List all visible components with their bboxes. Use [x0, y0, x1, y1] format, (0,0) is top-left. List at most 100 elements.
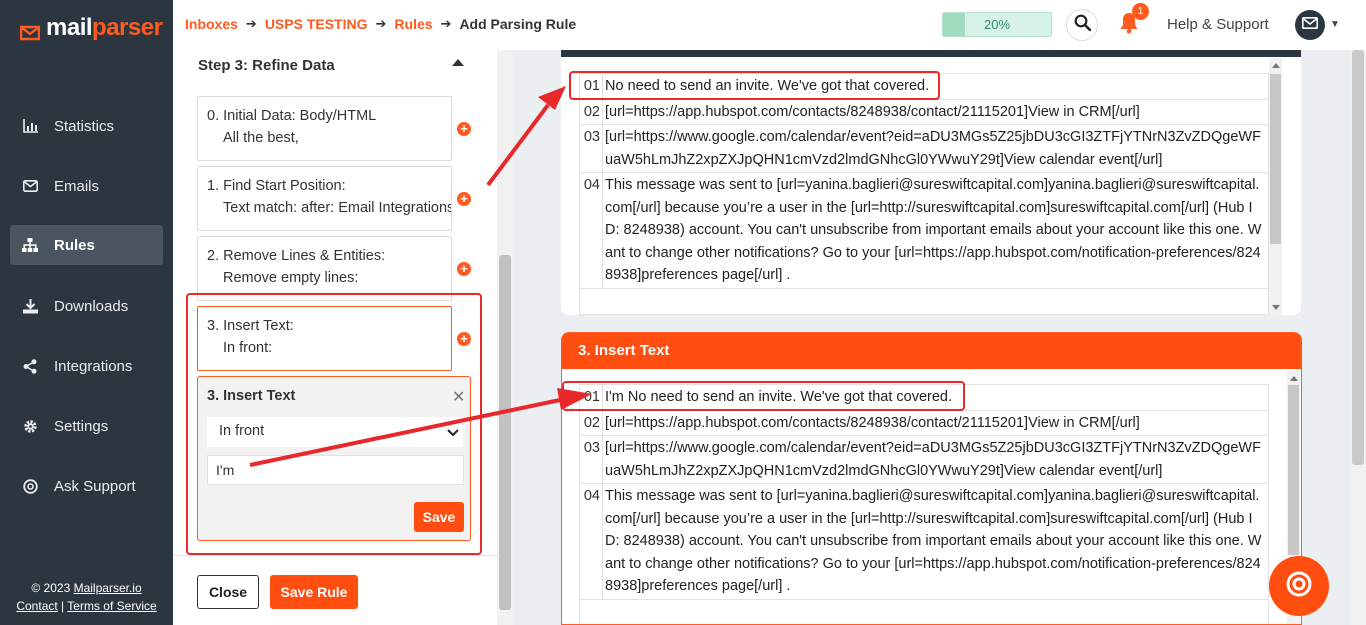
- notification-count-badge: 1: [1132, 3, 1149, 20]
- setup-progress-bar[interactable]: 20%: [942, 12, 1052, 37]
- share-icon: [22, 358, 38, 374]
- avatar[interactable]: [1295, 10, 1325, 40]
- row-text: I'm No need to send an invite. We've got…: [605, 389, 953, 405]
- terms-link[interactable]: Terms of Service: [67, 599, 156, 613]
- row-text: This message was sent to [url=yanina.bag…: [605, 177, 1262, 283]
- envelope-icon: [22, 178, 38, 194]
- output-row: 01 I'm No need to send an invite. We've …: [580, 385, 1268, 411]
- panel-scrollbar[interactable]: [497, 50, 513, 625]
- row-number: 01: [580, 74, 603, 99]
- arrow-right-icon: ➔: [440, 16, 452, 31]
- step-label: 0. Initial Data: Body/HTML: [207, 108, 377, 124]
- page-scrollbar[interactable]: [1350, 50, 1366, 625]
- logo-text-parser: parser: [92, 14, 163, 41]
- logo-text-mail: mail: [46, 14, 93, 41]
- output-row: 03 [url=https://www.google.com/calendar/…: [580, 436, 1268, 484]
- sidebar-item-downloads[interactable]: Downloads: [10, 286, 163, 326]
- close-button[interactable]: Close: [197, 575, 259, 609]
- scroll-up-icon[interactable]: [1272, 63, 1280, 68]
- insert-output: 01 I'm No need to send an invite. We've …: [579, 384, 1269, 624]
- sidebar-item-integrations[interactable]: Integrations: [10, 346, 163, 386]
- breadcrumb-inbox[interactable]: USPS TESTING: [265, 16, 368, 32]
- arrow-right-icon: ➔: [375, 16, 387, 31]
- row-text: [url=https://app.hubspot.com/contacts/82…: [605, 103, 1140, 120]
- bar-chart-icon: [22, 118, 38, 134]
- sidebar-item-statistics[interactable]: Statistics: [10, 106, 163, 146]
- output-row: 02 [url=https://app.hubspot.com/contacts…: [580, 410, 1268, 436]
- output-row: 02 [url=https://app.hubspot.com/contacts…: [580, 99, 1268, 125]
- panel-footer: Close Save Rule: [173, 555, 497, 625]
- sidebar-item-label: Statistics: [54, 117, 115, 135]
- row-number: 04: [580, 484, 603, 599]
- collapse-caret-icon[interactable]: [452, 59, 464, 66]
- previous-output: 01 No need to send an invite. We've got …: [579, 73, 1269, 315]
- step-label: 1. Find Start Position:: [207, 178, 346, 194]
- output-scrollbar[interactable]: [1269, 58, 1282, 315]
- add-step-icon[interactable]: +: [457, 122, 471, 136]
- footer-separator: |: [61, 599, 65, 613]
- card-topbar: [561, 50, 1301, 57]
- step-card-find-start[interactable]: 1. Find Start Position: Text match: afte…: [197, 166, 452, 231]
- sidebar-footer: © 2023 Mailparser.io Contact | Terms of …: [0, 579, 173, 615]
- result-card-title: 3. Insert Text: [562, 333, 1301, 369]
- notifications-button[interactable]: 1: [1113, 3, 1149, 41]
- search-icon: [1074, 14, 1091, 36]
- sidebar-item-rules[interactable]: Rules: [10, 225, 163, 265]
- breadcrumb-rules[interactable]: Rules: [394, 16, 432, 32]
- sidebar-item-label: Emails: [54, 177, 100, 195]
- step-card-initial-data[interactable]: 0. Initial Data: Body/HTML All the best,: [197, 96, 452, 161]
- sidebar-item-label: Settings: [54, 417, 109, 435]
- chat-launcher-button[interactable]: [1269, 556, 1329, 616]
- rule-steps-panel: Step 3: Refine Data 0. Initial Data: Bod…: [173, 50, 513, 625]
- row-text: This message was sent to [url=yanina.bag…: [605, 488, 1262, 594]
- logo[interactable]: mail parser: [19, 14, 163, 42]
- sidebar-item-emails[interactable]: Emails: [10, 166, 163, 206]
- row-number: 02: [580, 99, 603, 124]
- scroll-down-icon[interactable]: [1272, 305, 1280, 310]
- scrollbar-thumb[interactable]: [499, 255, 511, 610]
- arrow-right-icon: ➔: [245, 16, 257, 31]
- copyright: © 2023: [31, 581, 71, 595]
- question-icon: [22, 478, 38, 494]
- sidebar-item-settings[interactable]: Settings: [10, 406, 163, 446]
- step-card-remove-lines[interactable]: 2. Remove Lines & Entities: Remove empty…: [197, 236, 452, 301]
- row-number: 02: [580, 410, 603, 435]
- add-step-icon[interactable]: +: [457, 192, 471, 206]
- sidebar: mail parser Statistics Emails Rules Downl…: [0, 0, 173, 625]
- output-row: 03 [url=https://www.google.com/calendar/…: [580, 125, 1268, 173]
- step-detail: All the best,: [223, 130, 299, 146]
- breadcrumb-current: Add Parsing Rule: [459, 16, 577, 32]
- scroll-up-icon[interactable]: [1290, 376, 1298, 381]
- step-label: 2. Remove Lines & Entities:: [207, 248, 386, 264]
- envelope-icon: [1302, 16, 1318, 34]
- caret-down-icon[interactable]: ▼: [1330, 19, 1340, 30]
- sidebar-item-label: Integrations: [54, 357, 133, 375]
- help-support-link[interactable]: Help & Support: [1167, 16, 1269, 33]
- download-icon: [22, 298, 38, 314]
- row-number: 04: [580, 173, 603, 288]
- contact-link[interactable]: Contact: [16, 599, 57, 613]
- sidebar-item-ask-support[interactable]: Ask Support: [10, 466, 163, 506]
- row-text: No need to send an invite. We've got tha…: [605, 78, 930, 94]
- chat-icon: [1284, 569, 1314, 604]
- scrollbar-thumb[interactable]: [1288, 385, 1299, 555]
- add-step-icon[interactable]: +: [457, 262, 471, 276]
- breadcrumb-inboxes[interactable]: Inboxes: [185, 16, 238, 32]
- scrollbar-thumb[interactable]: [1270, 74, 1281, 244]
- mailparser-link[interactable]: Mailparser.io: [74, 581, 142, 595]
- sitemap-icon: [22, 237, 38, 253]
- scrollbar-thumb[interactable]: [1352, 50, 1364, 465]
- highlight-annotation: [186, 293, 482, 555]
- envelope-logo-icon: [19, 20, 41, 41]
- output-row: 04 This message was sent to [url=yanina.…: [580, 173, 1268, 289]
- breadcrumb: Inboxes ➔ USPS TESTING ➔ Rules ➔ Add Par…: [185, 16, 576, 32]
- search-button[interactable]: [1066, 9, 1098, 41]
- top-header: Inboxes ➔ USPS TESTING ➔ Rules ➔ Add Par…: [173, 0, 1366, 50]
- output-row: 01 No need to send an invite. We've got …: [580, 74, 1268, 100]
- sidebar-item-label: Rules: [54, 236, 95, 254]
- row-number: 03: [580, 436, 603, 483]
- previous-step-card: 01 No need to send an invite. We've got …: [561, 50, 1301, 315]
- preview-area: 01 No need to send an invite. We've got …: [513, 50, 1350, 625]
- step-title: Step 3: Refine Data: [198, 57, 335, 74]
- save-rule-button[interactable]: Save Rule: [270, 575, 358, 609]
